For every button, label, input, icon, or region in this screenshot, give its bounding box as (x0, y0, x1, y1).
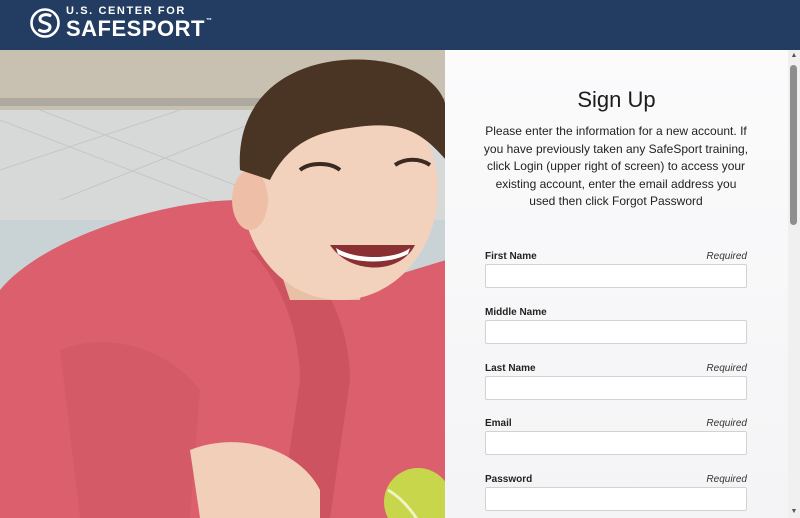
last-name-required: Required (706, 363, 747, 374)
first-name-input[interactable] (485, 264, 747, 288)
last-name-input[interactable] (485, 376, 747, 400)
scroll-up-arrow-icon[interactable]: ▲ (788, 50, 800, 62)
hero-photo (0, 50, 446, 518)
page-title: Sign Up (577, 87, 656, 112)
middle-name-input[interactable] (485, 320, 747, 344)
logo-line-2: SAFESPORT™ (66, 18, 212, 40)
email-label: Email (485, 418, 512, 429)
logo-wordmark: U.S. CENTER FOR SAFESPORT™ (66, 6, 212, 40)
password-input[interactable] (485, 487, 747, 511)
page-scrollbar[interactable]: ▲ ▼ (788, 50, 800, 518)
scroll-down-arrow-icon[interactable]: ▼ (788, 506, 800, 518)
safesport-logo[interactable]: U.S. CENTER FOR SAFESPORT™ (30, 6, 212, 40)
first-name-label: First Name (485, 251, 537, 262)
signup-instructions: Please enter the information for a new a… (483, 124, 749, 208)
middle-name-label: Middle Name (485, 307, 547, 318)
email-required: Required (706, 418, 747, 429)
smiling-boy-tennis-illustration (0, 50, 446, 518)
logo-trademark: ™ (205, 18, 213, 24)
logo-line-2-text: SAFESPORT (66, 16, 205, 41)
last-name-label: Last Name (485, 363, 536, 374)
safesport-s-logo-icon (30, 8, 60, 38)
password-required: Required (706, 474, 747, 485)
first-name-required: Required (706, 251, 747, 262)
email-input[interactable] (485, 431, 747, 455)
signup-panel: Sign Up Please enter the information for… (445, 50, 788, 518)
scrollbar-thumb[interactable] (790, 65, 797, 225)
password-label: Password (485, 474, 533, 485)
top-header-bar: U.S. CENTER FOR SAFESPORT™ (0, 0, 800, 50)
signup-form: First Name Required Middle Name Last Nam… (475, 226, 753, 518)
